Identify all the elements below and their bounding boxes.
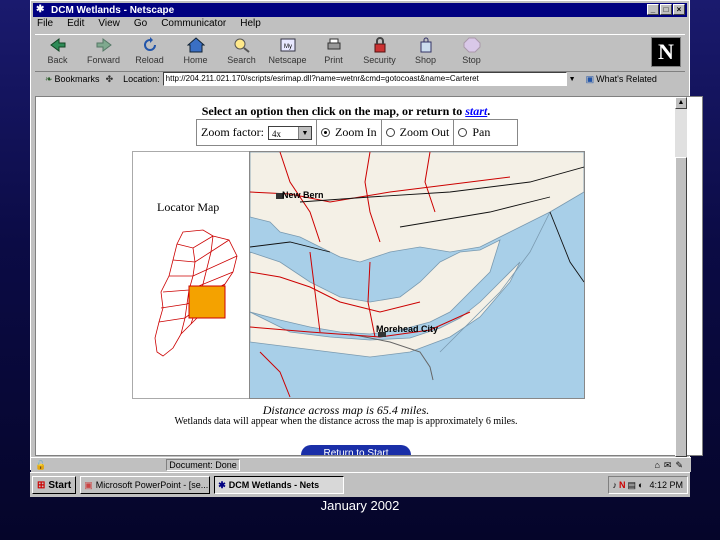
stop-icon — [449, 35, 494, 55]
map-extent-marker — [188, 285, 226, 319]
netscape-button[interactable]: My Netscape — [265, 35, 310, 71]
shop-button[interactable]: Shop — [403, 35, 448, 71]
print-button[interactable]: Print — [311, 35, 356, 71]
zoom-out-radio[interactable] — [385, 128, 395, 137]
return-to-start-button[interactable]: Return to Start — [301, 445, 411, 455]
task-powerpoint[interactable]: ▣ Microsoft PowerPoint - [se... — [80, 476, 211, 494]
tray-norton-icon[interactable]: N — [619, 480, 626, 490]
mail-icon[interactable]: ✉ — [664, 460, 672, 471]
scroll-up-icon[interactable]: ▲ — [675, 97, 687, 109]
url-dropdown-icon[interactable]: ▼ — [569, 76, 576, 83]
start-link[interactable]: start — [465, 104, 487, 118]
powerpoint-icon: ▣ — [84, 479, 93, 490]
url-field[interactable]: http://204.211.021.170/scripts/esrimap.d… — [162, 72, 567, 86]
location-bar: ❧ Bookmarks ✤ Location: http://204.211.0… — [35, 71, 685, 87]
back-button[interactable]: Back — [35, 35, 80, 71]
map-label-morehead-city: Morehead City — [376, 324, 439, 334]
menu-file[interactable]: File — [35, 18, 55, 32]
map-label-new-bern: New Bern — [282, 190, 324, 200]
bookmarks-button[interactable]: ❧ Bookmarks — [45, 74, 100, 85]
window-title: DCM Wetlands - Netscape — [51, 4, 175, 16]
tray-network-icon[interactable]: ▤ — [628, 480, 637, 491]
browser-window: ✱ DCM Wetlands - Netscape _ □ × File Edi… — [30, 0, 703, 472]
home-button[interactable]: Home — [173, 35, 218, 71]
pan-option[interactable]: Pan — [454, 120, 494, 145]
zoom-factor-select[interactable]: 4x ▼ — [267, 125, 312, 140]
map-controls: Zoom factor: 4x ▼ Zoom In Zoom Out Pan — [196, 119, 518, 146]
scroll-thumb[interactable] — [675, 157, 687, 457]
menu-go[interactable]: Go — [132, 18, 149, 32]
tray-misc-icon[interactable]: ◐ — [638, 480, 643, 490]
zoom-in-radio[interactable] — [320, 128, 330, 137]
stop-button[interactable]: Stop — [449, 35, 494, 71]
task-netscape[interactable]: ✱ DCM Wetlands - Nets — [214, 476, 345, 494]
menu-bar: File Edit View Go Communicator Help — [35, 18, 263, 32]
reload-icon — [127, 35, 172, 55]
close-button[interactable]: × — [673, 4, 685, 15]
navigator-icon[interactable]: ⌂ — [654, 460, 659, 471]
vertical-scrollbar[interactable]: ▲ — [675, 97, 687, 457]
system-tray: ♪ N ▤ ◐ 4:12 PM — [607, 476, 688, 494]
maximize-button[interactable]: □ — [660, 4, 672, 15]
minimize-button[interactable]: _ — [647, 4, 659, 15]
related-icon: ▣ — [585, 73, 595, 84]
slide-caption: January 2002 — [320, 498, 400, 513]
security-button[interactable]: Security — [357, 35, 402, 71]
home-icon — [173, 35, 218, 55]
zoom-factor-group: Zoom factor: 4x ▼ — [197, 120, 317, 145]
security-lock-icon[interactable]: 🔓 — [35, 460, 46, 471]
netscape-logo: N — [651, 37, 681, 67]
clock: 4:12 PM — [649, 480, 683, 490]
composer-icon[interactable]: ✎ — [675, 460, 683, 471]
start-button[interactable]: ⊞ Start — [32, 476, 77, 494]
svg-text:My: My — [284, 44, 292, 50]
wetlands-note: Wetlands data will appear when the dista… — [174, 416, 518, 427]
page-content: Select an option then click on the map, … — [35, 96, 703, 456]
title-bar: ✱ DCM Wetlands - Netscape _ □ × — [33, 3, 687, 17]
forward-icon — [81, 35, 126, 55]
chevron-down-icon: ▼ — [297, 126, 311, 139]
netscape-task-icon: ✱ — [218, 479, 226, 490]
navigation-toolbar: Back Forward Reload Home Search My Netsca… — [35, 34, 685, 72]
page-heading: Select an option then click on the map, … — [201, 104, 491, 118]
search-icon — [219, 35, 264, 55]
lock-icon — [357, 35, 402, 55]
tray-speaker-icon[interactable]: ♪ — [613, 480, 618, 490]
zoom-out-option[interactable]: Zoom Out — [382, 120, 455, 145]
whats-related-button[interactable]: ▣ What's Related — [586, 74, 657, 85]
component-bar: ⌂ ✉ ✎ — [654, 460, 683, 471]
windows-logo-icon: ⊞ — [37, 479, 46, 491]
coastal-map[interactable]: New Bern Morehead City — [249, 151, 585, 399]
forward-button[interactable]: Forward — [81, 35, 126, 71]
status-text: Document: Done — [166, 459, 241, 471]
status-bar: 🔓 Document: Done ⌂ ✉ ✎ — [31, 457, 691, 472]
zoom-factor-label: Zoom factor: — [201, 125, 264, 139]
locator-map[interactable]: Locator Map — [132, 151, 252, 399]
menu-edit[interactable]: Edit — [65, 18, 86, 32]
page-proxy-icon[interactable]: ✤ — [106, 74, 114, 85]
search-button[interactable]: Search — [219, 35, 264, 71]
windows-taskbar: ⊞ Start ▣ Microsoft PowerPoint - [se... … — [30, 472, 690, 497]
shopping-bag-icon — [403, 35, 448, 55]
map-image — [250, 152, 584, 398]
zoom-in-option[interactable]: Zoom In — [317, 120, 382, 145]
menu-communicator[interactable]: Communicator — [159, 18, 228, 32]
back-icon — [35, 35, 80, 55]
my-netscape-icon: My — [265, 35, 310, 55]
reload-button[interactable]: Reload — [127, 35, 172, 71]
bookmark-icon: ❧ — [45, 73, 53, 84]
menu-help[interactable]: Help — [238, 18, 263, 32]
print-icon — [311, 35, 356, 55]
location-label: Location: — [123, 74, 160, 84]
netscape-icon: ✱ — [36, 4, 45, 15]
menu-view[interactable]: View — [96, 18, 122, 32]
county-outlines — [154, 229, 238, 357]
pan-radio[interactable] — [458, 128, 468, 137]
